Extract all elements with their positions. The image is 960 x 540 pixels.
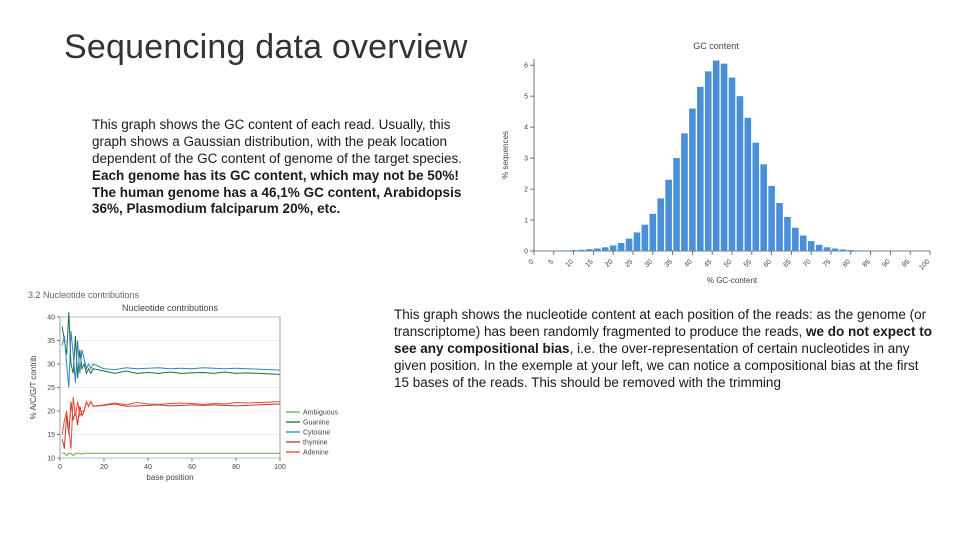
svg-text:40: 40 [683,258,694,269]
svg-text:85: 85 [862,258,873,269]
svg-text:0: 0 [528,258,536,266]
svg-text:4: 4 [524,125,528,132]
svg-text:Cytosine: Cytosine [303,430,330,437]
svg-text:0: 0 [524,249,528,256]
svg-text:% A/C/G/T contrib: % A/C/G/T contrib [29,355,38,419]
svg-text:95: 95 [901,258,912,269]
svg-text:75: 75 [822,258,833,269]
svg-text:10: 10 [47,456,55,463]
svg-text:30: 30 [47,362,55,369]
svg-text:55: 55 [743,258,754,269]
svg-text:2: 2 [524,187,528,194]
svg-text:GC content: GC content [693,41,739,51]
svg-text:Adenine: Adenine [303,450,329,457]
svg-text:15: 15 [584,258,595,269]
svg-text:100: 100 [918,258,931,271]
svg-text:35: 35 [664,258,675,269]
svg-text:3.2 Nucleotide contributions: 3.2 Nucleotide contributions [28,290,140,300]
gc-description: This graph shows the GC content of each … [92,117,466,218]
svg-text:% GC-content: % GC-content [707,276,758,285]
nucleotide-description: This graph shows the nucleotide content … [394,307,936,391]
svg-text:20: 20 [47,409,55,416]
svg-text:20: 20 [100,464,108,471]
nucleotide-chart: 3.2 Nucleotide contributions Nucleotide c… [24,289,354,484]
svg-text:70: 70 [802,258,813,269]
svg-text:20: 20 [604,258,615,269]
svg-text:25: 25 [624,258,635,269]
svg-text:65: 65 [782,258,793,269]
svg-text:1: 1 [524,218,528,225]
gc-desc-p2: Each genome has its GC content, which ma… [92,168,461,217]
svg-text:5: 5 [524,94,528,101]
svg-text:80: 80 [842,258,853,269]
nucleotide-svg: 3.2 Nucleotide contributions Nucleotide c… [24,289,354,484]
svg-text:Nucleotide contributions: Nucleotide contributions [122,303,219,313]
svg-text:90: 90 [881,258,892,269]
gc-content-chart: GC content012345605101520253035404550556… [496,37,936,287]
svg-text:30: 30 [644,258,655,269]
svg-text:Guanine: Guanine [303,420,330,427]
svg-text:60: 60 [188,464,196,471]
svg-text:50: 50 [723,258,734,269]
svg-text:40: 40 [144,464,152,471]
gc-desc-p1: This graph shows the GC content of each … [92,117,462,166]
svg-text:3: 3 [524,156,528,163]
svg-text:Ambiguous: Ambiguous [303,410,339,417]
svg-text:80: 80 [232,464,240,471]
svg-text:0: 0 [58,464,62,471]
svg-text:40: 40 [47,315,55,322]
svg-text:6: 6 [524,63,528,70]
svg-text:15: 15 [47,432,55,439]
svg-text:% sequences: % sequences [501,131,510,179]
bottom-row: 3.2 Nucleotide contributions Nucleotide c… [24,289,936,484]
gc-content-svg: GC content012345605101520253035404550556… [496,37,936,287]
slide: Sequencing data overview This graph show… [0,0,960,540]
svg-text:5: 5 [548,258,556,266]
svg-text:25: 25 [47,385,55,392]
top-row: This graph shows the GC content of each … [24,67,936,287]
svg-text:100: 100 [274,464,286,471]
svg-text:45: 45 [703,258,714,269]
svg-text:35: 35 [47,338,55,345]
svg-text:10: 10 [565,258,576,269]
svg-text:thymine: thymine [303,440,328,447]
svg-text:60: 60 [763,258,774,269]
svg-text:base position: base position [146,473,193,482]
